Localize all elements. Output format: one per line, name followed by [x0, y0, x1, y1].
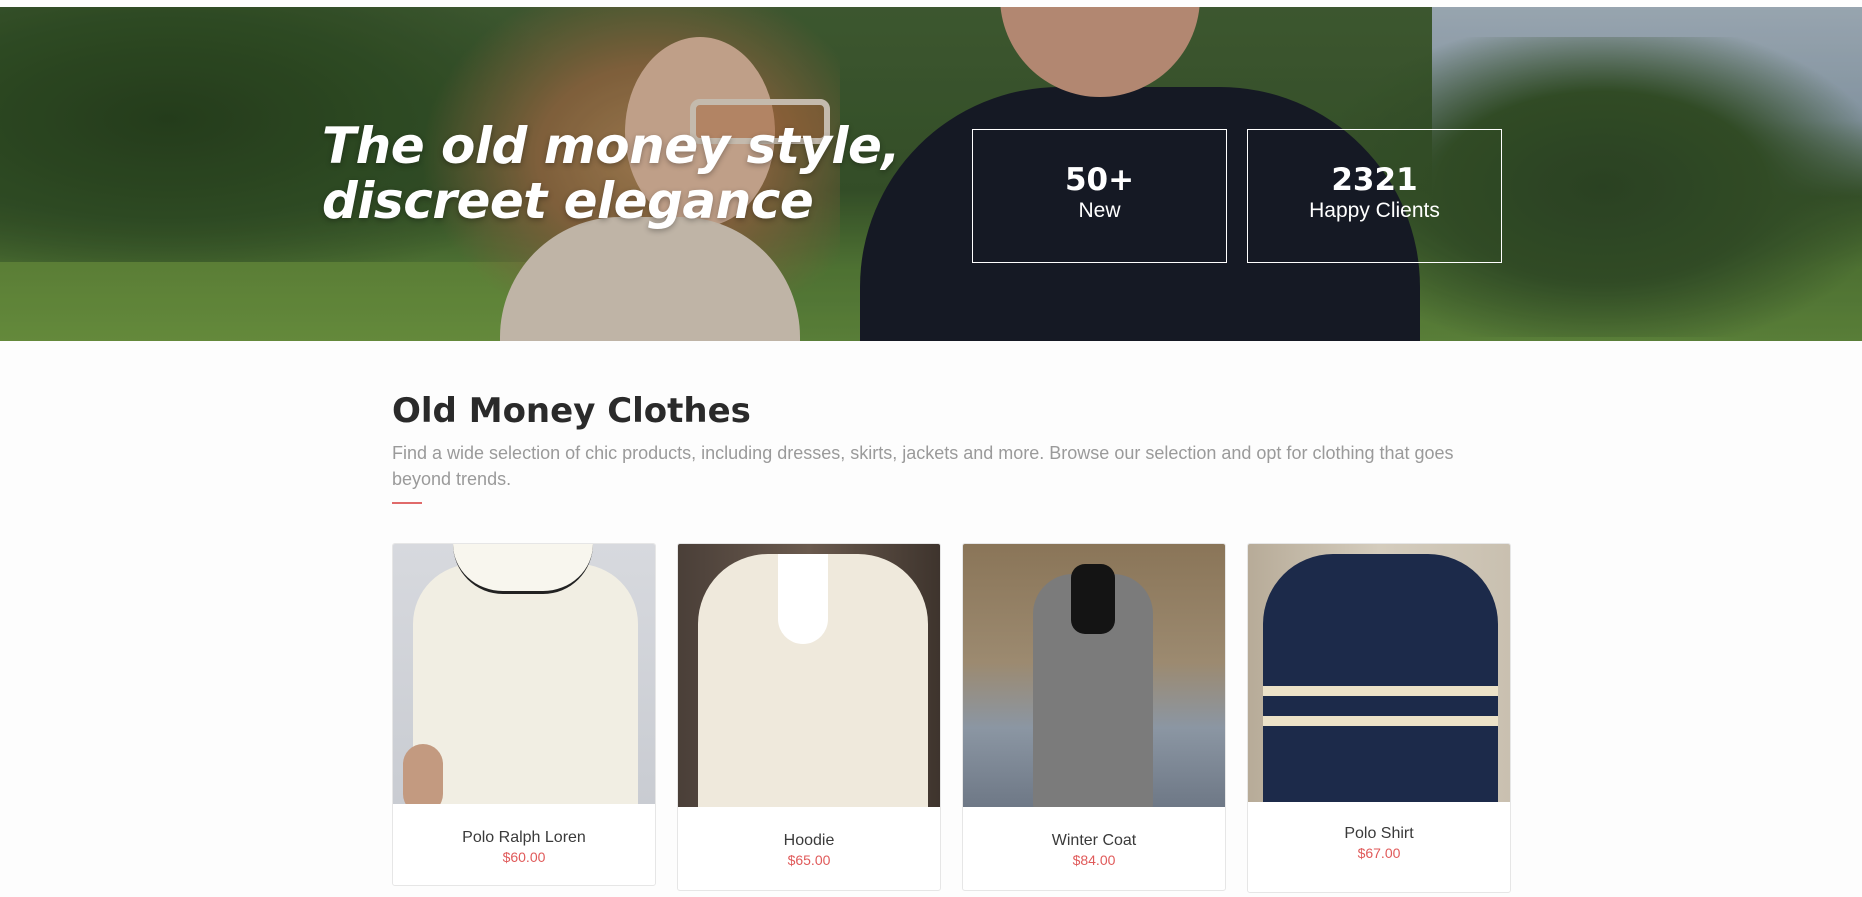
page: The old money style, discreet elegance 5…: [0, 0, 1862, 897]
product-image[interactable]: [1248, 544, 1510, 802]
product-price: $65.00: [787, 852, 831, 868]
hero-title-line2: discreet elegance: [322, 172, 814, 230]
stat-label: Happy Clients: [1309, 199, 1440, 222]
stat-value: 50+: [1064, 162, 1135, 198]
stat-label: New: [1078, 199, 1121, 222]
product-image[interactable]: [963, 544, 1225, 807]
product-name[interactable]: Hoodie: [678, 831, 940, 851]
stat-box-happy-clients: 2321 Happy Clients: [1247, 129, 1502, 263]
product-name[interactable]: Winter Coat: [963, 831, 1225, 851]
product-meta: Hoodie $65.00: [678, 807, 940, 869]
product-price: $60.00: [502, 849, 546, 865]
product-price: $84.00: [1072, 852, 1116, 868]
section-divider: [392, 502, 422, 504]
hero-title-line1: The old money style,: [322, 117, 900, 175]
hero-title: The old money style, discreet elegance: [322, 119, 922, 229]
hero-banner: The old money style, discreet elegance 5…: [0, 7, 1862, 341]
product-meta: Winter Coat $84.00: [963, 807, 1225, 869]
product-card-polo-ralph-loren[interactable]: Polo Ralph Loren $60.00: [392, 543, 656, 886]
stat-value: 2321: [1331, 162, 1418, 198]
product-meta: Polo Ralph Loren $60.00: [393, 804, 655, 866]
polo-shirt-shape: [413, 564, 638, 804]
stripe-shape: [1263, 716, 1498, 726]
stripe-shape: [1263, 686, 1498, 696]
section-title: Old Money Clothes: [392, 391, 751, 431]
sweater-shape: [1263, 554, 1498, 802]
inner-shirt-shape: [778, 554, 828, 644]
product-image[interactable]: [393, 544, 655, 804]
product-name[interactable]: Polo Ralph Loren: [393, 828, 655, 848]
product-card-hoodie[interactable]: Hoodie $65.00: [677, 543, 941, 891]
product-meta: Polo Shirt $67.00: [1248, 802, 1510, 862]
product-card-polo-shirt[interactable]: Polo Shirt $67.00: [1247, 543, 1511, 893]
arm-shape: [403, 744, 443, 804]
product-card-winter-coat[interactable]: Winter Coat $84.00: [962, 543, 1226, 891]
product-name[interactable]: Polo Shirt: [1248, 824, 1510, 844]
section-description: Find a wide selection of chic products, …: [392, 443, 1454, 489]
turtleneck-shape: [1071, 564, 1115, 634]
product-price: $67.00: [1357, 845, 1401, 861]
stat-box-new: 50+ New: [972, 129, 1227, 263]
hero-overlay: [0, 7, 1862, 341]
product-image[interactable]: [678, 544, 940, 807]
